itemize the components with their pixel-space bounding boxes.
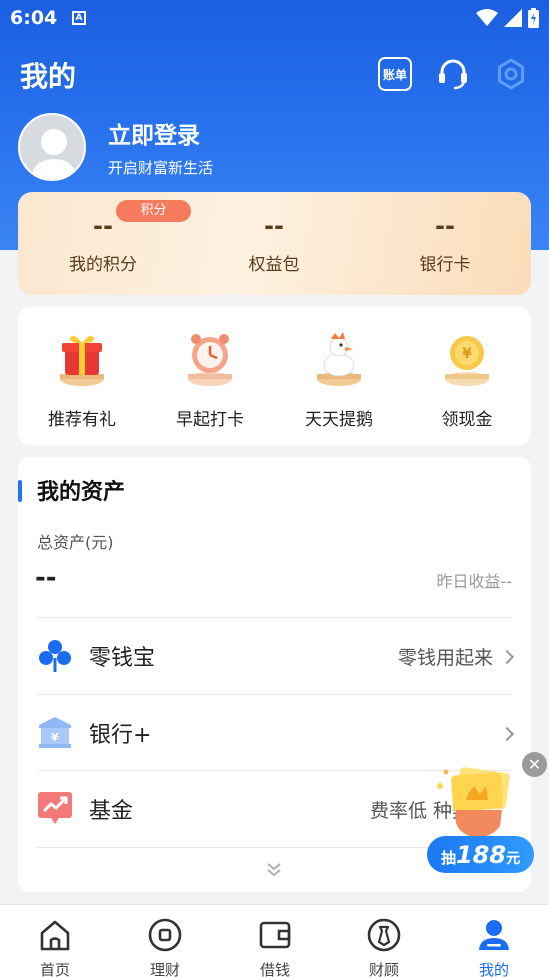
activity-label: 领现金 [441, 410, 493, 430]
tab-label: 我的 [478, 961, 509, 977]
tab-borrow[interactable]: 借钱 [235, 917, 315, 977]
activities-card: 推荐有礼 早起打卡 天天提鹅 ¥ 领现金 [18, 307, 531, 445]
bottom-tab-bar: 首页 理财 借钱 财顾 我的 [0, 904, 549, 977]
expand-chevron-icon[interactable] [266, 861, 282, 877]
asset-row-lingqianbao[interactable]: 零钱宝 零钱用起来 [18, 618, 531, 694]
status-time: 6:04 [10, 7, 58, 29]
asset-row-label: 零钱宝 [89, 646, 156, 671]
tab-label: 财顾 [368, 961, 399, 977]
floating-promo[interactable]: ✕ 抽 188 元 [426, 752, 549, 877]
activity-label: 天天提鹅 [305, 410, 373, 430]
settings-gear-icon[interactable] [494, 57, 528, 91]
tab-label: 首页 [39, 961, 70, 977]
activity-referral[interactable]: 推荐有礼 [27, 327, 137, 430]
activity-get-cash[interactable]: ¥ 领现金 [412, 327, 522, 430]
yesterday-earnings: 昨日收益-- [436, 572, 512, 591]
my-points-item[interactable]: -- 我的积分 [33, 212, 173, 275]
activity-label: 推荐有礼 [48, 410, 116, 430]
asset-row-hint: 零钱用起来 [397, 647, 493, 669]
tab-label: 借钱 [259, 961, 290, 977]
svg-text:¥: ¥ [51, 731, 59, 744]
alarm-clock-icon [188, 334, 232, 386]
points-label: 我的积分 [69, 255, 137, 275]
benefits-item[interactable]: -- 权益包 [204, 212, 344, 275]
activity-early-checkin[interactable]: 早起打卡 [155, 327, 265, 430]
clover-icon [39, 640, 71, 672]
login-link[interactable]: 立即登录 [108, 116, 200, 150]
benefits-value: -- [264, 212, 284, 240]
status-bar: 6:04 A [0, 0, 549, 36]
bank-icon: ¥ [39, 717, 71, 748]
tab-label: 理财 [149, 961, 180, 977]
profile-icon [479, 920, 509, 950]
bank-card-item[interactable]: -- 银行卡 [375, 212, 515, 275]
tab-mine[interactable]: 我的 [454, 917, 534, 977]
points-card: 积分 -- 我的积分 -- 权益包 -- 银行卡 [18, 192, 531, 295]
login-subtitle: 开启财富新生活 [108, 159, 214, 177]
avatar[interactable] [18, 113, 86, 181]
assets-title: 我的资产 [37, 480, 126, 505]
advisor-icon [367, 918, 401, 952]
notification-icon: A [72, 11, 86, 25]
activity-goose[interactable]: 天天提鹅 [284, 327, 394, 430]
points-value: -- [93, 212, 113, 240]
asset-row-label: 银行+ [89, 723, 152, 748]
total-assets-label: 总资产(元) [37, 533, 114, 552]
home-icon [40, 920, 70, 951]
tab-advisor[interactable]: 财顾 [344, 917, 424, 977]
wealth-icon [148, 918, 182, 952]
bill-label: 账单 [382, 67, 407, 82]
promo-lottery-button[interactable]: 抽 188 元 [427, 836, 534, 873]
page-title: 我的 [20, 60, 77, 93]
chevron-right-icon [499, 726, 515, 742]
asset-row-label: 基金 [89, 799, 134, 824]
promo-close-button[interactable]: ✕ [522, 752, 547, 777]
gift-icon [60, 335, 104, 386]
benefits-label: 权益包 [248, 255, 300, 275]
bank-card-label: 银行卡 [419, 255, 471, 275]
promo-amount: 188 [455, 841, 507, 869]
tab-home[interactable]: 首页 [15, 917, 95, 977]
wifi-icon [476, 9, 498, 26]
promo-prefix: 抽 [440, 849, 456, 867]
total-assets-value: -- [35, 563, 57, 593]
signal-icon [504, 9, 522, 27]
bank-card-value: -- [435, 212, 455, 240]
tab-wealth[interactable]: 理财 [125, 917, 205, 977]
trend-chart-icon [38, 792, 72, 824]
chevron-right-icon [499, 649, 515, 665]
activity-label: 早起打卡 [176, 410, 244, 430]
gold-coin-icon: ¥ [445, 336, 489, 386]
wallet-icon [259, 921, 291, 949]
goose-icon [317, 332, 361, 386]
vip-ticket-hand-icon [437, 767, 510, 837]
bill-button[interactable]: 账单 [378, 57, 412, 91]
section-accent-bar [18, 480, 22, 502]
battery-icon [528, 8, 539, 28]
promo-unit: 元 [506, 851, 521, 867]
svg-text:¥: ¥ [462, 346, 472, 362]
customer-service-icon[interactable] [436, 57, 470, 91]
